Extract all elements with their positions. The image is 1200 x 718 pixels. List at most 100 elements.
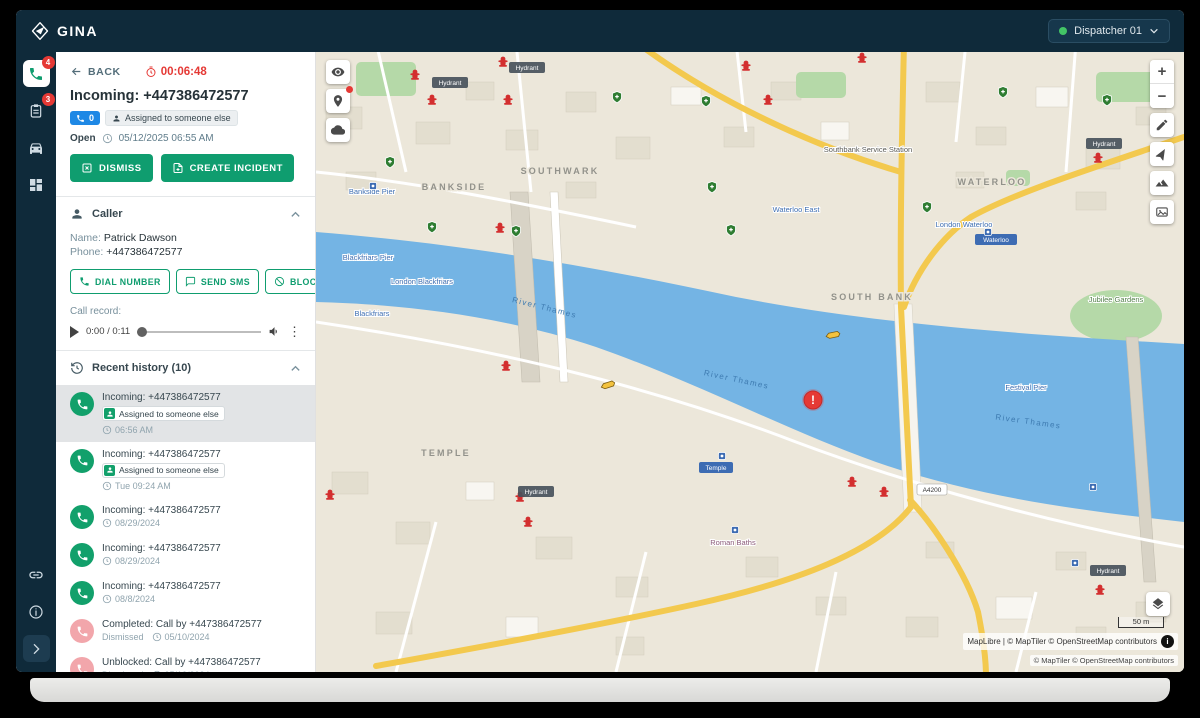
- history-item[interactable]: Completed: Call by +447386472577Dismisse…: [56, 612, 315, 650]
- history-item[interactable]: Incoming: +447386472577 Assigned to someo…: [56, 442, 315, 499]
- dismiss-icon: [81, 162, 93, 174]
- plus-icon: +: [1158, 64, 1167, 79]
- poi-marker[interactable]: [719, 453, 726, 460]
- shield-marker[interactable]: [1103, 95, 1112, 106]
- chevron-down-icon: [1149, 26, 1159, 36]
- history-item-title: Incoming: +447386472577: [102, 505, 301, 516]
- dismiss-button[interactable]: DISMISS: [70, 154, 153, 182]
- poi-marker[interactable]: [1090, 484, 1097, 491]
- zoom-out-button[interactable]: −: [1150, 84, 1174, 108]
- rail-item-vehicles[interactable]: [23, 134, 50, 161]
- history-item-title: Incoming: +447386472577: [102, 392, 301, 403]
- history-assigned-badge: Assigned to someone else: [102, 406, 225, 421]
- weather-layer-button[interactable]: [326, 118, 350, 142]
- history-item[interactable]: Unblocked: Call by +447386472577Dismisse…: [56, 650, 315, 672]
- terrain-3d-button[interactable]: [1150, 171, 1174, 195]
- map-attribution: MapLibre | © MapTiler © OpenStreetMap co…: [963, 633, 1178, 650]
- clock-icon: [102, 425, 112, 435]
- history-item[interactable]: Incoming: +447386472577 Assigned to someo…: [56, 385, 315, 442]
- shield-marker[interactable]: [999, 87, 1008, 98]
- volume-icon[interactable]: [268, 325, 281, 338]
- audio-menu-button[interactable]: ⋮: [288, 327, 301, 337]
- history-item[interactable]: Incoming: +44738647257708/29/2024: [56, 536, 315, 574]
- history-item-status: Dismissed: [102, 670, 144, 672]
- history-item-title: Incoming: +447386472577: [102, 449, 301, 460]
- call-record-label: Call record:: [56, 304, 315, 321]
- history-item[interactable]: Incoming: +44738647257708/8/2024: [56, 574, 315, 612]
- shield-marker[interactable]: [512, 226, 521, 237]
- audio-seek-knob[interactable]: [137, 327, 147, 337]
- layers-button[interactable]: [1146, 592, 1170, 616]
- dashboard-icon: [28, 177, 44, 193]
- call-timer-value: 00:06:48: [161, 66, 207, 78]
- history-item-meta: 08/8/2024: [102, 594, 301, 604]
- visibility-toggle-button[interactable]: [326, 60, 350, 84]
- mountains-icon: [1155, 176, 1169, 190]
- play-button[interactable]: [70, 326, 79, 338]
- minus-icon: −: [1158, 89, 1167, 104]
- poi-label: Blackfriars: [354, 309, 389, 318]
- back-button[interactable]: BACK: [70, 65, 121, 78]
- history-item-meta: Dismissed 05/10/2024: [102, 670, 301, 672]
- create-incident-button[interactable]: CREATE INCIDENT: [161, 154, 294, 182]
- map-canvas[interactable]: SOUTHWARKBANKSIDEWATERLOOSOUTH BANKTEMPL…: [316, 52, 1184, 672]
- call-status-row: Open 05/12/2025 06:55 AM: [56, 133, 315, 154]
- history-item-time: 08/8/2024: [102, 594, 155, 604]
- zoom-in-button[interactable]: +: [1150, 60, 1174, 84]
- history-section-header[interactable]: Recent history (10): [56, 351, 315, 385]
- clock-icon: [102, 481, 112, 491]
- cloud-icon: [331, 123, 345, 137]
- history-item-time: 05/10/2024: [152, 670, 210, 672]
- attribution-info-icon[interactable]: i: [1161, 635, 1174, 648]
- shield-marker[interactable]: [428, 222, 437, 233]
- rail-item-info[interactable]: [23, 598, 50, 625]
- history-assigned-badge: Assigned to someone else: [102, 463, 225, 478]
- shield-marker[interactable]: [727, 225, 736, 236]
- rail-item-links[interactable]: [23, 561, 50, 588]
- shield-marker[interactable]: [702, 96, 711, 107]
- shield-marker[interactable]: [613, 92, 622, 103]
- audio-seekbar[interactable]: [137, 331, 261, 333]
- block-button[interactable]: BLOCK: [265, 269, 316, 294]
- shield-marker[interactable]: [386, 157, 395, 168]
- history-icon: [70, 361, 84, 375]
- poi-marker[interactable]: [732, 527, 739, 534]
- markers-toggle-button[interactable]: [326, 89, 350, 113]
- caller-section-title: Caller: [92, 208, 282, 220]
- poi-marker[interactable]: [370, 183, 377, 190]
- district-label: SOUTHWARK: [521, 166, 600, 176]
- rail-item-calls[interactable]: 4: [23, 60, 50, 87]
- rail-expand-button[interactable]: [23, 635, 50, 662]
- poi-label: Roman Baths: [710, 538, 756, 547]
- rail-item-dashboard[interactable]: [23, 171, 50, 198]
- shield-marker[interactable]: [708, 182, 717, 193]
- dispatcher-menu[interactable]: Dispatcher 01: [1048, 19, 1170, 43]
- incoming-call-icon: [70, 581, 94, 605]
- layers-icon: [1151, 597, 1165, 611]
- poi-marker[interactable]: [1072, 560, 1079, 567]
- call-timer: 00:06:48: [145, 66, 207, 78]
- rail-item-incidents[interactable]: 3: [23, 97, 50, 124]
- poi-marker[interactable]: [985, 229, 992, 236]
- shield-marker[interactable]: [923, 202, 932, 213]
- history-item-title: Completed: Call by +447386472577: [102, 619, 301, 630]
- incoming-call-icon: [70, 505, 94, 529]
- history-item-meta: 08/29/2024: [102, 556, 301, 566]
- pencil-icon: [1155, 118, 1169, 132]
- markers-alert-dot: [346, 86, 353, 93]
- compass-bearing-button[interactable]: [1150, 142, 1174, 166]
- history-item-time: 05/10/2024: [152, 632, 210, 642]
- history-list: Incoming: +447386472577 Assigned to someo…: [56, 385, 315, 672]
- history-item[interactable]: Incoming: +44738647257708/29/2024: [56, 498, 315, 536]
- station-label: Temple: [706, 465, 727, 472]
- top-bar: GINA Dispatcher 01: [16, 10, 1184, 52]
- dial-number-button[interactable]: DIAL NUMBER: [70, 269, 170, 294]
- map-scale: 50 m: [1118, 617, 1164, 628]
- send-sms-button[interactable]: SEND SMS: [176, 269, 259, 294]
- basemap-style-button[interactable]: [1150, 200, 1174, 224]
- sms-icon: [185, 276, 196, 287]
- caller-section-header[interactable]: Caller: [56, 197, 315, 231]
- map[interactable]: SOUTHWARKBANKSIDEWATERLOOSOUTH BANKTEMPL…: [316, 52, 1184, 672]
- draw-button[interactable]: [1150, 113, 1174, 137]
- link-icon: [28, 567, 44, 583]
